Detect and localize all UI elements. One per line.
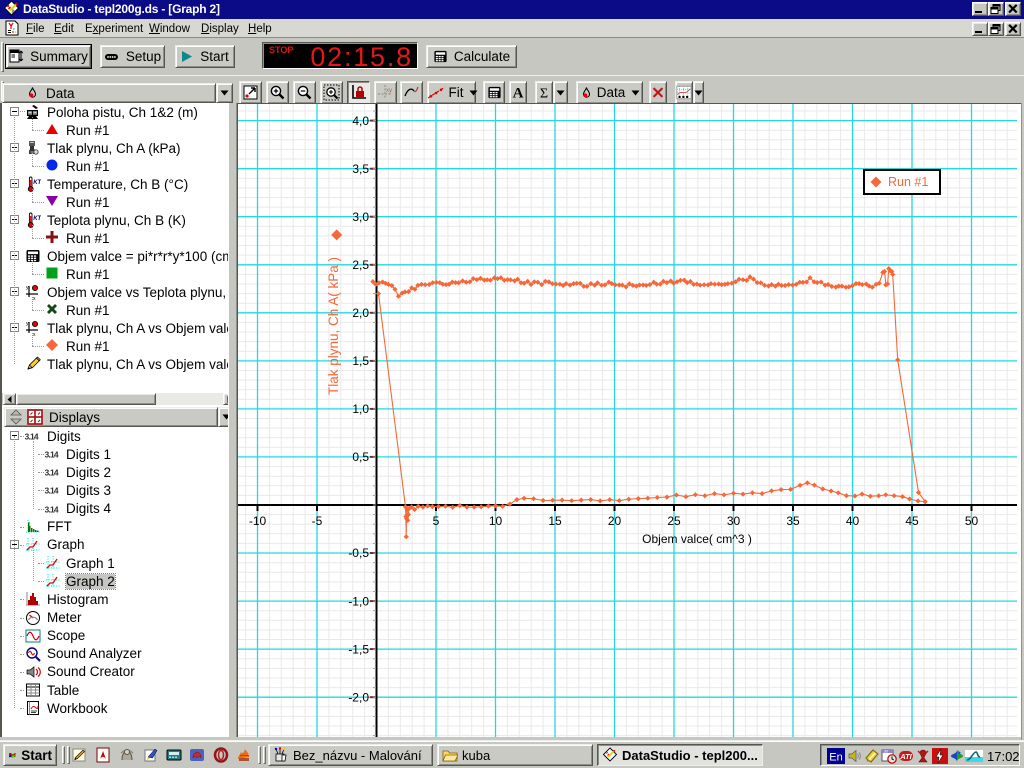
svg-text:x: x xyxy=(33,332,36,336)
svg-text:3.14: 3.14 xyxy=(45,450,59,460)
svg-text:3.14: 3.14 xyxy=(45,486,59,496)
svg-text:1,5: 1,5 xyxy=(352,354,369,368)
svg-text:ATI: ATI xyxy=(899,752,912,761)
svg-text:KTD: KTD xyxy=(33,180,41,186)
svg-text:15: 15 xyxy=(548,514,562,528)
svg-text:Σ: Σ xyxy=(540,86,548,101)
svg-text:Tlak plynu, Ch A( kPa ): Tlak plynu, Ch A( kPa ) xyxy=(326,257,341,395)
svg-text:35: 35 xyxy=(786,514,800,528)
svg-text:-1,5: -1,5 xyxy=(348,642,369,656)
svg-text:2,5: 2,5 xyxy=(352,258,369,272)
svg-text:-5: -5 xyxy=(312,514,323,528)
svg-text:3,5: 3,5 xyxy=(352,162,369,176)
svg-text:3,0: 3,0 xyxy=(352,210,369,224)
svg-text:A: A xyxy=(513,86,524,101)
svg-text:20: 20 xyxy=(608,514,622,528)
svg-text:3.14: 3.14 xyxy=(45,468,59,478)
svg-text:30: 30 xyxy=(884,750,888,754)
svg-text:-2,0: -2,0 xyxy=(348,690,369,704)
svg-text:1,0: 1,0 xyxy=(352,402,369,416)
svg-text:3.14: 3.14 xyxy=(45,504,59,514)
svg-text:Run #1: Run #1 xyxy=(888,175,928,189)
svg-text:45: 45 xyxy=(905,514,919,528)
svg-text:30: 30 xyxy=(727,514,741,528)
svg-text:3.14: 3.14 xyxy=(25,432,39,442)
svg-text:25: 25 xyxy=(667,514,681,528)
svg-text:Objem valce( cm^3 ): Objem valce( cm^3 ) xyxy=(642,532,752,546)
svg-text:-1,0: -1,0 xyxy=(348,594,369,608)
svg-text:5: 5 xyxy=(433,514,440,528)
svg-text:2,0: 2,0 xyxy=(352,306,369,320)
svg-text:KTD: KTD xyxy=(33,216,41,222)
svg-text:50: 50 xyxy=(965,514,979,528)
svg-text:-0,5: -0,5 xyxy=(348,546,369,560)
svg-text:-10: -10 xyxy=(249,514,267,528)
svg-text:10: 10 xyxy=(489,514,503,528)
svg-text:xy: xy xyxy=(386,88,392,94)
svg-text:x: x xyxy=(33,296,36,300)
svg-text:40: 40 xyxy=(846,514,860,528)
svg-text:4,0: 4,0 xyxy=(352,114,369,128)
svg-text:En: En xyxy=(829,752,842,764)
svg-text:0,5: 0,5 xyxy=(352,450,369,464)
